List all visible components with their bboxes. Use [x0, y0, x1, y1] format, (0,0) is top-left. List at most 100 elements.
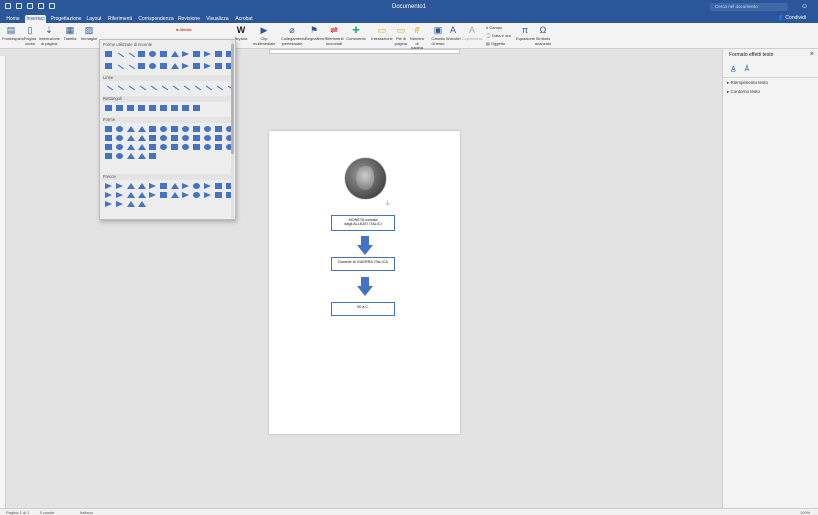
- shape-option[interactable]: [125, 85, 136, 95]
- shape-option[interactable]: [169, 85, 180, 95]
- table-button[interactable]: ▦ Tabella: [62, 25, 78, 42]
- shape-option[interactable]: [105, 183, 112, 189]
- shape-option[interactable]: [147, 85, 158, 95]
- shape-option[interactable]: [215, 183, 222, 189]
- feedback-icon[interactable]: ☺: [801, 3, 808, 10]
- shape-option[interactable]: [171, 105, 178, 111]
- tab-home[interactable]: Home: [2, 15, 24, 23]
- shape-option[interactable]: [105, 144, 112, 150]
- shape-option[interactable]: [105, 105, 112, 111]
- down-arrow-shape[interactable]: [357, 236, 373, 255]
- shape-option[interactable]: [160, 192, 167, 198]
- share-button[interactable]: 👤 Condividi: [778, 15, 806, 21]
- field-button[interactable]: # Campo: [486, 25, 502, 30]
- datetime-button[interactable]: ⌚ Data e ora: [486, 33, 511, 38]
- shape-option[interactable]: [182, 192, 189, 198]
- blank-page-button[interactable]: ▯ Pagina vuota: [22, 25, 38, 46]
- shape-option[interactable]: [193, 144, 200, 150]
- shape-option[interactable]: [193, 51, 200, 57]
- shape-option[interactable]: [193, 192, 200, 198]
- shape-option[interactable]: [116, 201, 123, 207]
- shape-option[interactable]: [149, 105, 156, 111]
- shape-option[interactable]: [127, 105, 134, 111]
- shape-option[interactable]: [202, 85, 213, 95]
- shape-option[interactable]: [137, 144, 146, 150]
- shape-option[interactable]: [182, 51, 189, 57]
- shape-option[interactable]: [103, 85, 114, 95]
- shape-option[interactable]: [204, 63, 211, 69]
- tab-corrispondenza[interactable]: Corrispondenza: [137, 15, 175, 23]
- tab-visualizza[interactable]: Visualizza: [204, 15, 231, 23]
- shape-option[interactable]: [193, 126, 200, 132]
- shape-option[interactable]: [170, 192, 179, 198]
- shape-option[interactable]: [182, 63, 189, 69]
- panel-item-outline[interactable]: ▸ Contorno testo: [727, 89, 760, 95]
- shape-option[interactable]: [105, 201, 112, 207]
- shape-option[interactable]: [137, 183, 146, 189]
- scrollbar-thumb[interactable]: [231, 44, 234, 154]
- shape-option[interactable]: [126, 192, 135, 198]
- shape-option[interactable]: [114, 64, 125, 74]
- panel-item-fill[interactable]: ▸ Riempimento testo: [727, 80, 768, 86]
- shape-option[interactable]: [204, 135, 211, 141]
- shape-option[interactable]: [116, 153, 123, 159]
- coin-image[interactable]: [345, 158, 386, 199]
- shape-option[interactable]: [215, 51, 222, 57]
- shape-option[interactable]: [138, 63, 145, 69]
- dropcap-button[interactable]: A Capolettera: [461, 25, 483, 42]
- shape-option[interactable]: [204, 51, 211, 57]
- shape-option[interactable]: [215, 126, 222, 132]
- shape-option[interactable]: [116, 105, 123, 111]
- shape-option[interactable]: [136, 85, 147, 95]
- tab-riferimenti[interactable]: Riferimenti: [106, 15, 134, 23]
- clip-button[interactable]: ▶ Clip multimediale: [253, 25, 275, 46]
- text-fill-icon[interactable]: A̲: [731, 66, 736, 73]
- textbox-moneta[interactable]: MONETA coniata dagli ALLEATI ITALICI: [331, 215, 395, 231]
- shape-option[interactable]: [126, 144, 135, 150]
- shape-option[interactable]: [116, 192, 123, 198]
- textbox-button[interactable]: ▣ Casella di testo: [430, 25, 446, 46]
- shape-option[interactable]: [149, 51, 156, 57]
- tab-inserisci[interactable]: Inserisci: [25, 15, 46, 23]
- shape-option[interactable]: [137, 126, 146, 132]
- shape-option[interactable]: [149, 135, 156, 141]
- shape-option[interactable]: [160, 126, 167, 132]
- shape-option[interactable]: [125, 64, 136, 74]
- hyperlink-button[interactable]: ⌀ Collegamento ipertestuale: [281, 25, 306, 46]
- shape-option[interactable]: [193, 63, 200, 69]
- vertical-ruler[interactable]: [0, 56, 6, 508]
- shape-option[interactable]: [114, 52, 125, 62]
- text-outline-icon[interactable]: Å: [745, 66, 750, 73]
- shape-option[interactable]: [116, 126, 123, 132]
- shape-option[interactable]: [160, 144, 167, 150]
- shape-option[interactable]: [182, 135, 189, 141]
- shape-option[interactable]: [126, 126, 135, 132]
- images-button[interactable]: ▨ Immagini: [80, 25, 98, 42]
- tab-acrobat[interactable]: Acrobat: [233, 15, 255, 23]
- shape-option[interactable]: [182, 144, 189, 150]
- shape-option[interactable]: [105, 135, 112, 141]
- shape-option[interactable]: [137, 192, 146, 198]
- activity-button[interactable]: ● Attività: [176, 27, 191, 32]
- shape-option[interactable]: [105, 126, 112, 132]
- shape-option[interactable]: [160, 51, 167, 57]
- shape-option[interactable]: [182, 105, 189, 111]
- shape-option[interactable]: [215, 135, 222, 141]
- shapes-menu-scrollbar[interactable]: [231, 40, 234, 218]
- shape-option[interactable]: [215, 144, 222, 150]
- page-number-button[interactable]: # Numero di pagina: [409, 25, 425, 51]
- shape-option[interactable]: [105, 192, 112, 198]
- shape-option[interactable]: [180, 85, 191, 95]
- shape-option[interactable]: [171, 144, 178, 150]
- page-break-button[interactable]: ⇣ Interruzione di pagina: [39, 25, 60, 46]
- shape-option[interactable]: [193, 183, 200, 189]
- shape-option[interactable]: [126, 183, 135, 189]
- shape-option[interactable]: [137, 153, 146, 159]
- close-icon[interactable]: ⊗: [810, 51, 814, 57]
- zoom-level[interactable]: 100%: [800, 510, 810, 515]
- shape-option[interactable]: [149, 126, 156, 132]
- footer-button[interactable]: ▭ Piè di pagina: [394, 25, 408, 46]
- shape-option[interactable]: [160, 183, 167, 189]
- crossref-button[interactable]: ⇌ Riferimenti incrociati: [323, 25, 345, 46]
- shape-option[interactable]: [137, 135, 146, 141]
